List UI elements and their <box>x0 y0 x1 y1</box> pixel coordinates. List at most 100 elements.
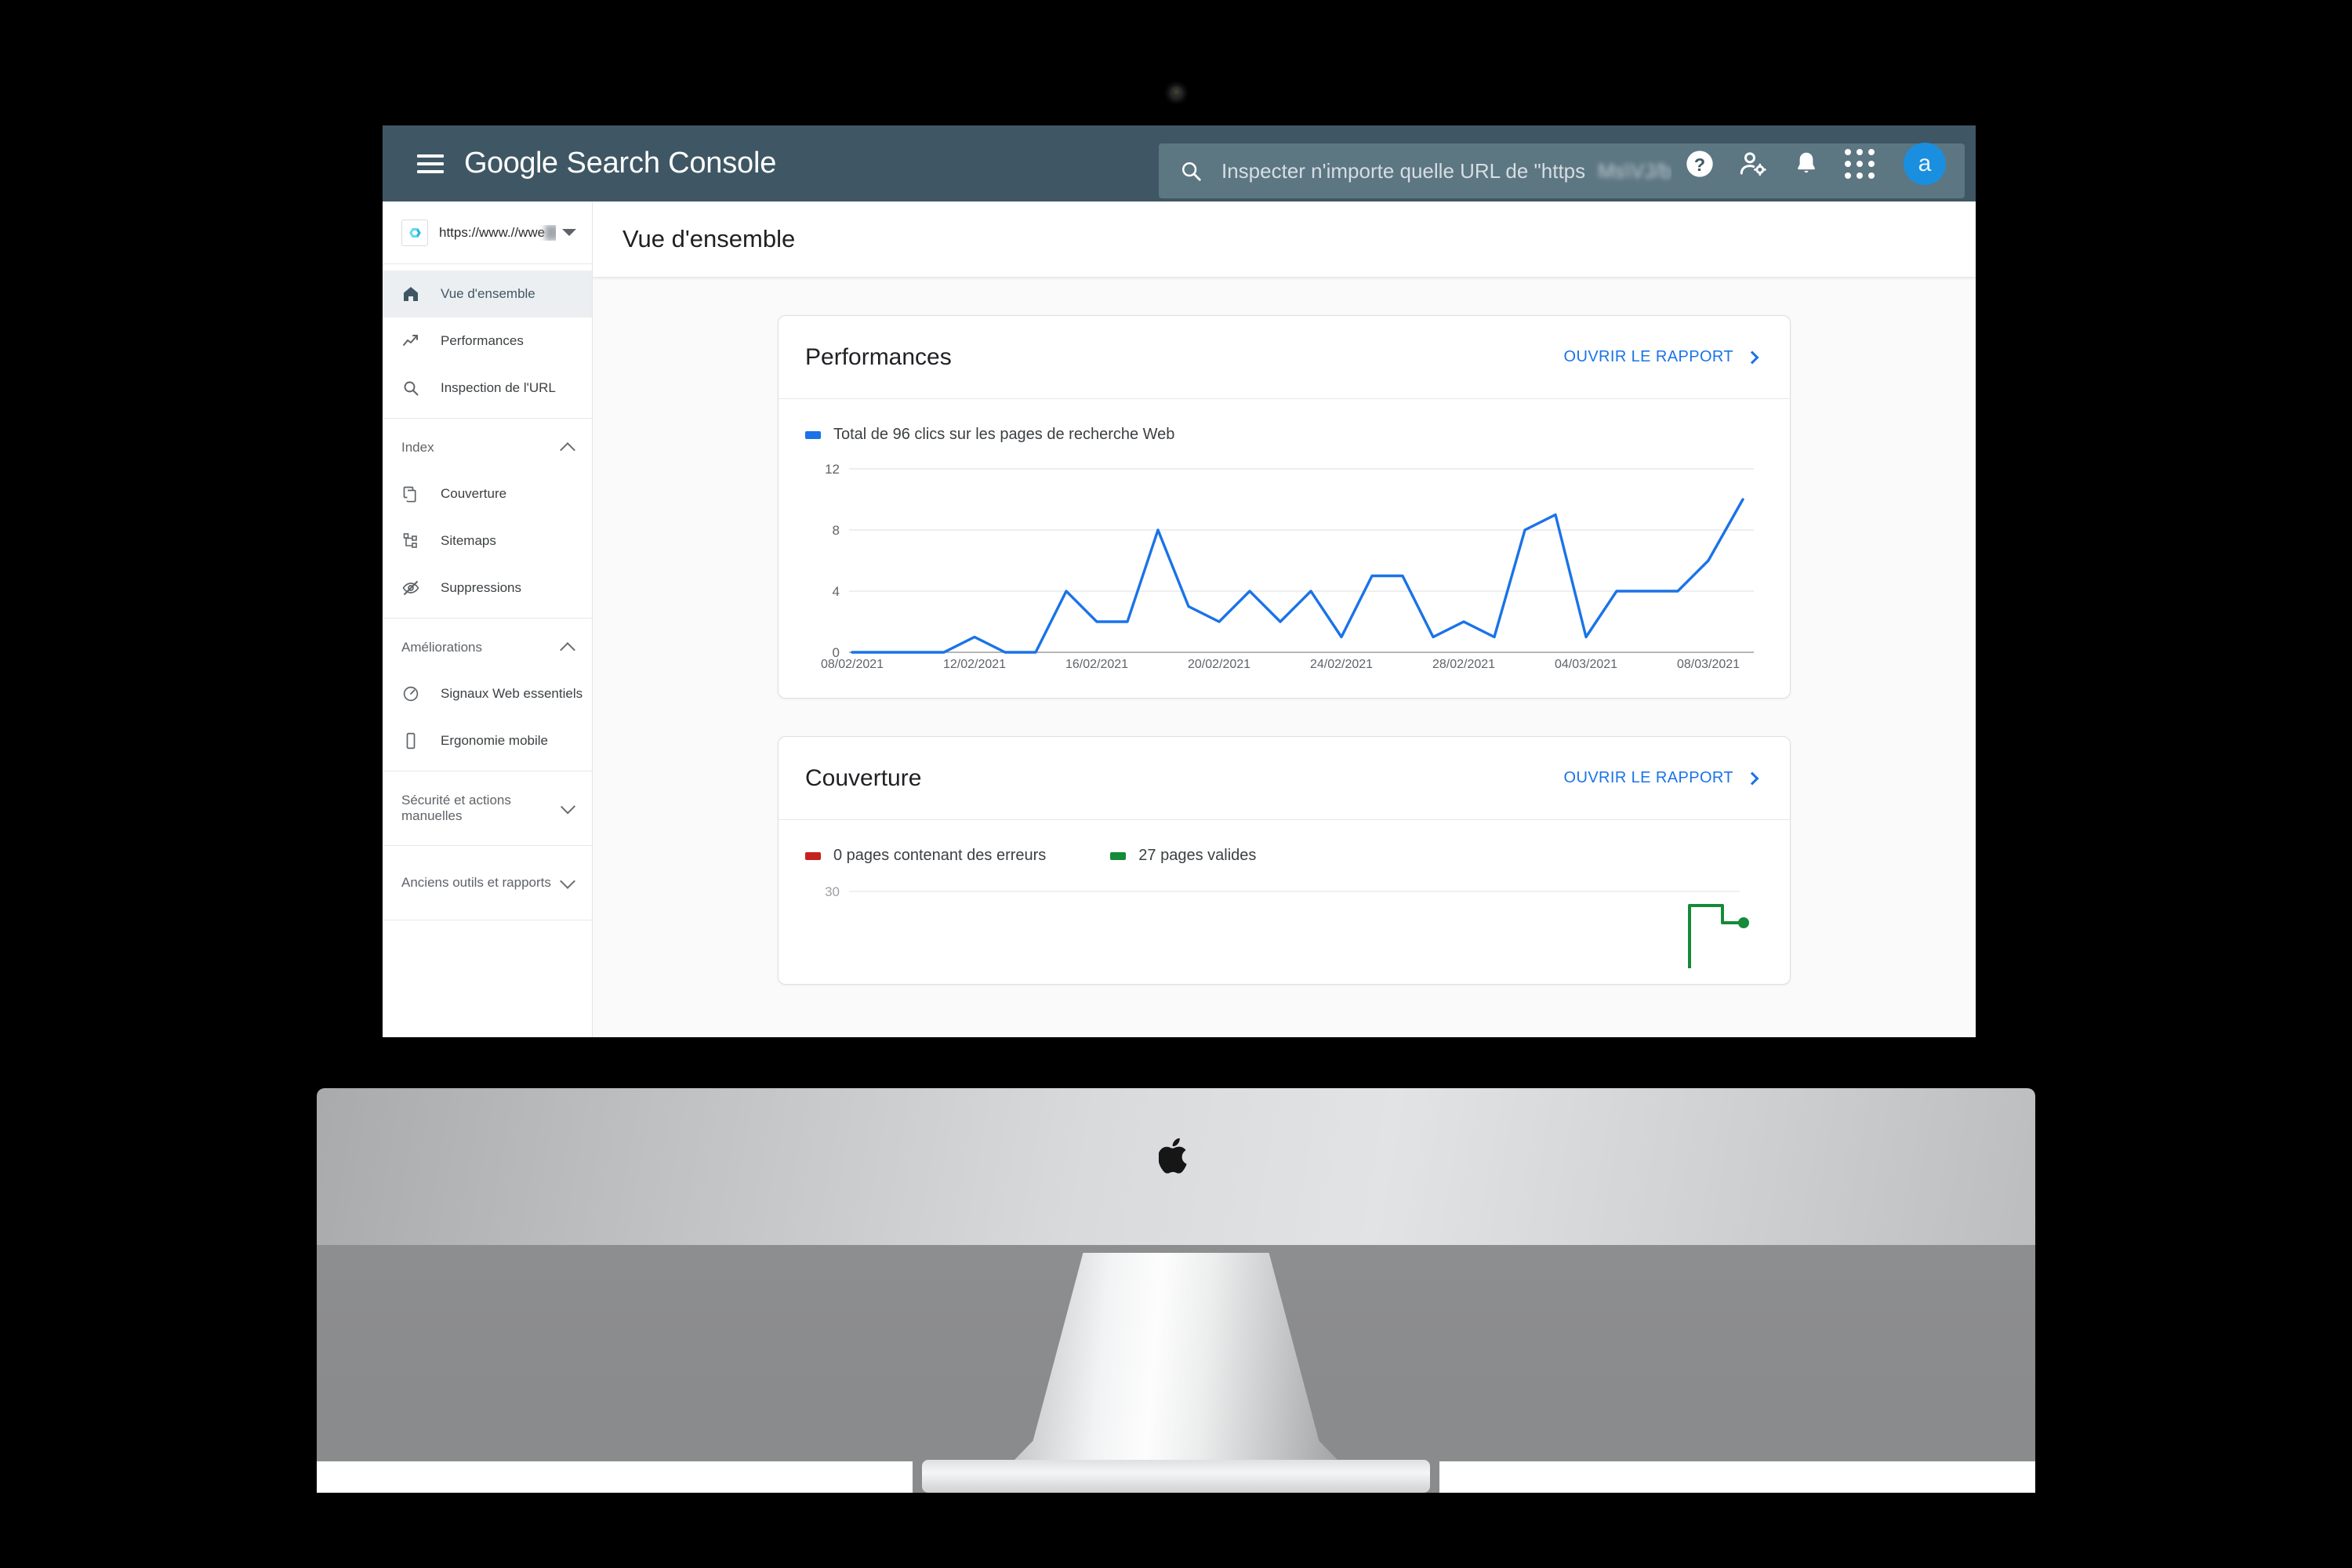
legend-item-valid[interactable]: 27 pages valides <box>1110 847 1256 865</box>
apple-logo-icon <box>1159 1138 1187 1174</box>
legend-label: 27 pages valides <box>1138 847 1257 864</box>
eye-off-icon <box>401 579 425 597</box>
open-report-label: OUVRIR LE RAPPORT <box>1563 348 1733 365</box>
sidebar-item-label: Vue d'ensemble <box>441 286 535 301</box>
svg-text:12/02/2021: 12/02/2021 <box>943 658 1006 671</box>
trending-up-icon <box>401 332 425 350</box>
sidebar-item-vue-densemble[interactable]: Vue d'ensemble <box>383 270 592 318</box>
svg-text:08/03/2021: 08/03/2021 <box>1677 658 1740 671</box>
sidebar-primary-group: Vue d'ensemble Performances Inspection d… <box>383 264 592 419</box>
sidebar-item-sitemaps[interactable]: Sitemaps <box>383 517 592 564</box>
desk-surface-right <box>1439 1461 2035 1493</box>
performances-line-chart: 12 8 4 0 08/02/2021 <box>821 462 1754 665</box>
speedometer-icon <box>401 684 425 703</box>
help-circle-icon[interactable]: ? <box>1673 137 1726 191</box>
sidebar-item-suppressions[interactable]: Suppressions <box>383 564 592 612</box>
sidebar-item-label: Couverture <box>441 486 507 501</box>
svg-text:12: 12 <box>825 462 840 477</box>
chevron-up-icon[interactable] <box>560 641 575 658</box>
sidebar-item-label: Signaux Web essentiels <box>441 686 583 701</box>
sidebar-item-couverture[interactable]: Couverture <box>383 470 592 517</box>
browser-content: https://www.//wwe██████ Vue d'ensemble <box>383 201 1976 1037</box>
sidebar-group-securite: Sécurité et actions manuelles <box>383 771 592 846</box>
performances-card: Performances OUVRIR LE RAPPORT Total de … <box>778 315 1791 699</box>
sidebar-group-header-index[interactable]: Index <box>383 425 592 470</box>
brand-logo[interactable]: Google Search Console <box>464 147 776 180</box>
legend-swatch-errors <box>805 851 821 860</box>
sidebar-item-label: Ergonomie mobile <box>441 733 549 748</box>
page-title: Vue d'ensemble <box>593 201 1976 278</box>
legend-item-errors[interactable]: 0 pages contenant des erreurs <box>805 847 1046 865</box>
property-url-redacted: ██████ <box>545 224 556 240</box>
couverture-open-report-link[interactable]: OUVRIR LE RAPPORT <box>1563 769 1759 787</box>
desk-surface-left <box>317 1461 913 1493</box>
user-settings-icon[interactable] <box>1726 137 1780 191</box>
sidebar-item-inspection-url[interactable]: Inspection de l'URL <box>383 365 592 412</box>
sidebar-group-anciens-outils: Anciens outils et rapports <box>383 846 592 920</box>
couverture-card: Couverture OUVRIR LE RAPPORT 0 pages con… <box>778 736 1791 985</box>
svg-text:24/02/2021: 24/02/2021 <box>1310 658 1373 671</box>
svg-text:04/03/2021: 04/03/2021 <box>1555 658 1617 671</box>
property-url-row: https://www.//wwe██████ <box>439 225 556 241</box>
search-icon <box>1181 162 1201 181</box>
sitemap-icon <box>401 532 425 550</box>
site-favicon-c-icon <box>401 219 428 246</box>
home-icon <box>401 285 425 303</box>
mobile-phone-icon <box>401 731 425 750</box>
sidebar-group-header-anciens-outils[interactable]: Anciens outils et rapports <box>383 846 592 920</box>
chevron-right-icon <box>1745 771 1759 785</box>
sidebar-item-performances[interactable]: Performances <box>383 318 592 365</box>
hamburger-menu-icon[interactable] <box>417 154 444 173</box>
legend-swatch-clicks <box>805 430 821 439</box>
sidebar-item-label: Suppressions <box>441 580 522 595</box>
chevron-down-icon[interactable] <box>560 873 575 889</box>
sidebar-group-index: Index Couverture Sitemaps Suppressions <box>383 419 592 619</box>
sidebar-group-header-securite[interactable]: Sécurité et actions manuelles <box>383 771 592 845</box>
bell-icon[interactable] <box>1780 137 1833 191</box>
sidebar-item-ergonomie-mobile[interactable]: Ergonomie mobile <box>383 717 592 764</box>
sidebar-item-signaux-web-essentiels[interactable]: Signaux Web essentiels <box>383 670 592 717</box>
avatar[interactable]: a <box>1904 142 1946 185</box>
open-report-label: OUVRIR LE RAPPORT <box>1563 769 1733 786</box>
legend-item-clicks[interactable]: Total de 96 clics sur les pages de reche… <box>805 426 1174 444</box>
app-bar-actions: ? a <box>1673 125 1946 201</box>
svg-text:30: 30 <box>825 884 840 899</box>
svg-text:8: 8 <box>833 523 840 538</box>
couverture-chart: 30 <box>805 882 1763 968</box>
couverture-card-title: Couverture <box>805 764 922 791</box>
performances-open-report-link[interactable]: OUVRIR LE RAPPORT <box>1563 348 1759 366</box>
svg-text:28/02/2021: 28/02/2021 <box>1432 658 1495 671</box>
svg-text:16/02/2021: 16/02/2021 <box>1065 658 1128 671</box>
search-placeholder-text: Inspecter n'importe quelle URL de "https <box>1221 158 1586 183</box>
sidebar-group-label: Anciens outils et rapports <box>401 875 551 890</box>
caret-down-icon[interactable] <box>562 229 576 236</box>
sidebar-item-label: Sitemaps <box>441 533 496 548</box>
sidebar-group-label: Index <box>401 440 434 455</box>
svg-text:08/02/2021: 08/02/2021 <box>821 658 884 671</box>
legend-label: Total de 96 clics sur les pages de reche… <box>833 426 1175 443</box>
app-bar: Google Search Console Inspecter n'import… <box>383 125 1976 201</box>
search-icon <box>401 379 425 397</box>
cards-scroll-area[interactable]: Performances OUVRIR LE RAPPORT Total de … <box>593 278 1976 1037</box>
webcam-dot-icon <box>1170 86 1183 100</box>
property-url-text: https://www.//wwe <box>439 224 546 240</box>
main-content: Vue d'ensemble Performances OUVRIR LE RA… <box>593 201 1976 1037</box>
sidebar-item-label: Performances <box>441 333 524 348</box>
brand-product-text: Search Console <box>566 147 777 180</box>
sidebar-group-ameliorations: Améliorations Signaux Web essentiels Erg… <box>383 619 592 771</box>
performances-chart: 12 8 4 0 08/02/2021 12/02/2021 16/02/202… <box>805 461 1763 682</box>
apps-grid-icon[interactable] <box>1833 137 1886 191</box>
performances-card-title: Performances <box>805 343 952 370</box>
couverture-card-body: 0 pages contenant des erreurs 27 pages v… <box>779 820 1790 984</box>
property-selector[interactable]: https://www.//wwe██████ <box>383 201 592 264</box>
svg-text:4: 4 <box>833 584 840 599</box>
chevron-up-icon[interactable] <box>560 441 575 458</box>
screenshot-stage: Google Search Console Inspecter n'import… <box>0 0 2352 1568</box>
svg-text:20/02/2021: 20/02/2021 <box>1188 658 1250 671</box>
browser-window: Google Search Console Inspecter n'import… <box>383 125 1976 1037</box>
sidebar-group-header-ameliorations[interactable]: Améliorations <box>383 625 592 670</box>
performances-legend: Total de 96 clics sur les pages de reche… <box>805 426 1763 444</box>
search-redacted-text: Ms\VJ/b <box>1598 158 1672 183</box>
search-placeholder-row: Inspecter n'importe quelle URL de "https… <box>1221 159 1671 183</box>
legend-swatch-valid <box>1110 851 1127 860</box>
